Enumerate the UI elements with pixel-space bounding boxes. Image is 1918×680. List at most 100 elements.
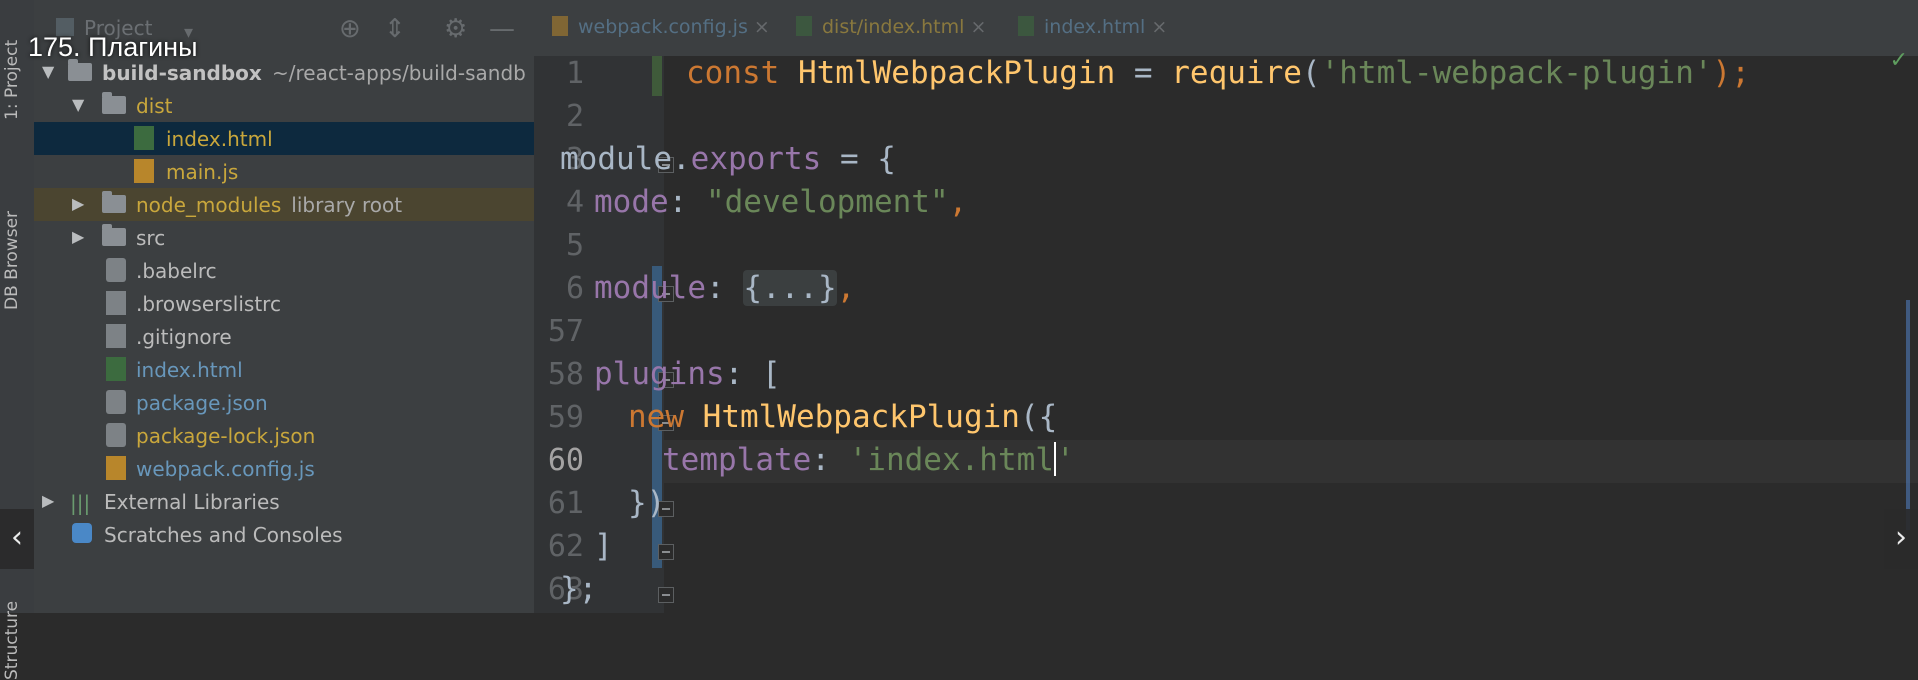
operator: :: [705, 270, 744, 306]
scratches-icon: [72, 523, 92, 543]
line-number: 57: [547, 314, 584, 349]
hide-panel-icon[interactable]: —: [489, 14, 515, 44]
config-file-icon: [106, 258, 126, 282]
code-line-1: const HtmlWebpackPlugin = require('html-…: [686, 55, 1750, 91]
paren: (: [1301, 55, 1321, 91]
tree-item-browserslistrc[interactable]: .browserslistrc: [34, 287, 534, 320]
line-number: 62: [547, 529, 584, 564]
text-file-icon: [106, 324, 126, 348]
code-line-63: };: [560, 571, 597, 607]
operator: = {: [821, 141, 896, 177]
identifier: module.: [560, 141, 691, 177]
line-number: 58: [547, 357, 584, 392]
tree-item-src[interactable]: ▶ src: [34, 221, 534, 254]
code-line-62: ]: [594, 528, 613, 564]
added-line-marker: [652, 56, 662, 96]
operator: :: [811, 442, 849, 478]
tree-item-babelrc[interactable]: .babelrc: [34, 254, 534, 287]
lesson-title: 175. Плагины: [28, 32, 198, 62]
tree-item-label: External Libraries: [104, 490, 280, 514]
html-file-icon: [134, 126, 154, 150]
tree-item-label: index.html: [136, 358, 243, 382]
folder-name: node_modules: [136, 193, 282, 217]
collapse-all-icon[interactable]: ⇕: [384, 14, 406, 44]
bracket: ]: [594, 528, 613, 564]
code-editor[interactable]: webpack.config.js × dist/index.html × in…: [534, 0, 1918, 613]
tree-item-webpack-config-js[interactable]: webpack.config.js: [34, 452, 534, 485]
operator: :: [668, 184, 706, 220]
brace: };: [560, 571, 598, 607]
comma: ,: [836, 270, 856, 306]
html-file-icon: [1018, 16, 1034, 36]
tree-item-label: dist: [136, 94, 173, 118]
js-file-icon: [134, 159, 154, 183]
html-file-icon: [106, 357, 126, 381]
close-icon[interactable]: ×: [970, 16, 986, 38]
gear-icon[interactable]: ⚙: [444, 14, 467, 44]
tree-item-external-libraries[interactable]: ▶ ||| External Libraries: [34, 485, 534, 518]
db-browser-tool-tab[interactable]: DB Browser: [2, 211, 22, 310]
tree-item-main-js[interactable]: main.js: [34, 155, 534, 188]
next-button[interactable]: ›: [1884, 509, 1918, 569]
code-line-60: template: 'index.html': [662, 442, 1075, 478]
tree-item-gitignore[interactable]: .gitignore: [34, 320, 534, 353]
tree-item-label: node_modules library root: [136, 193, 402, 217]
html-file-icon: [796, 16, 812, 36]
tree-item-node-modules[interactable]: ▶ node_modules library root: [34, 188, 534, 221]
tree-item-label: package-lock.json: [136, 424, 316, 448]
folded-region[interactable]: {...}: [743, 270, 837, 306]
fold-marker-icon[interactable]: [658, 544, 674, 560]
scrollbar-marker[interactable]: [1906, 300, 1910, 530]
function-call: require: [1171, 55, 1302, 91]
tab-webpack-config-js[interactable]: webpack.config.js ×: [552, 16, 770, 38]
root-folder-path: ~/react-apps/build-sandb: [272, 61, 526, 85]
folder-icon: [102, 191, 126, 213]
collapsed-arrow-icon[interactable]: ▶: [72, 194, 84, 213]
locate-file-icon[interactable]: ⊕: [339, 14, 361, 44]
string-literal: 'html-webpack-plugin': [1320, 55, 1713, 91]
libraries-icon: |||: [70, 491, 91, 515]
property: module: [594, 270, 706, 306]
operator: : [: [724, 356, 781, 392]
folder-icon: [102, 224, 126, 246]
tree-item-scratches[interactable]: Scratches and Consoles: [34, 518, 534, 551]
comma: ,: [948, 184, 968, 220]
tab-label: index.html: [1044, 16, 1146, 38]
config-file-icon: [106, 390, 126, 414]
property: plugins: [594, 356, 725, 392]
tab-dist-index-html[interactable]: dist/index.html ×: [796, 16, 986, 38]
tab-index-html[interactable]: index.html ×: [1018, 16, 1167, 38]
collapsed-arrow-icon[interactable]: ▶: [72, 227, 84, 246]
line-number-current: 60: [547, 443, 584, 478]
operator: =: [1115, 55, 1172, 91]
fold-marker-icon[interactable]: [658, 587, 674, 603]
tree-item-package-lock-json[interactable]: package-lock.json: [34, 419, 534, 452]
paren: }): [628, 485, 666, 521]
collapsed-arrow-icon[interactable]: ▶: [42, 491, 54, 510]
checkmark-icon: ✓: [1889, 48, 1908, 73]
folder-icon: [68, 59, 92, 81]
js-file-icon: [106, 456, 126, 480]
tree-item-dist-index-html[interactable]: index.html: [34, 122, 534, 155]
js-file-icon: [552, 16, 568, 36]
expand-arrow-icon[interactable]: ▼: [42, 62, 54, 81]
tree-item-index-html[interactable]: index.html: [34, 353, 534, 386]
line-number: 6: [565, 271, 584, 306]
tree-item-label: Scratches and Consoles: [104, 523, 343, 547]
close-icon[interactable]: ×: [1151, 16, 1167, 38]
line-number: 1: [565, 56, 584, 91]
paren: ({: [1019, 399, 1058, 435]
project-tool-tab[interactable]: 1: Project: [2, 40, 22, 120]
tree-item-label: .browserslistrc: [136, 292, 281, 316]
expand-arrow-icon[interactable]: ▼: [72, 95, 84, 114]
tree-item-dist[interactable]: ▼ dist: [34, 89, 534, 122]
prev-button[interactable]: ‹: [0, 509, 34, 569]
tree-item-package-json[interactable]: package.json: [34, 386, 534, 419]
line-number: 4: [565, 185, 584, 220]
tree-item-label: package.json: [136, 391, 268, 415]
keyword: new: [628, 399, 703, 435]
tree-item-label: .babelrc: [136, 259, 217, 283]
line-number: 2: [565, 99, 584, 134]
paren: );: [1712, 55, 1750, 91]
close-icon[interactable]: ×: [754, 16, 770, 38]
